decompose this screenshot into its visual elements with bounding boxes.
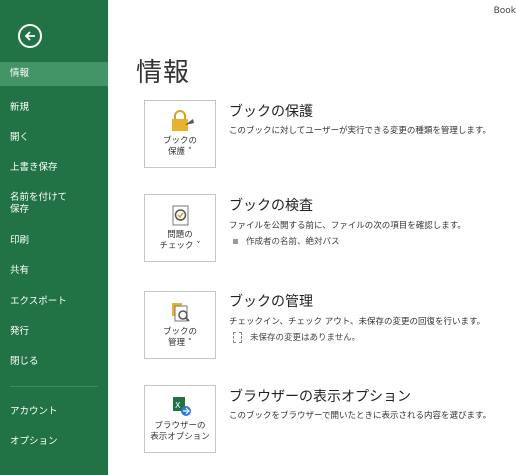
section-desc-inspect: ファイルを公開する前に、ファイルの次の項目を確認します。: [229, 221, 466, 231]
manage-versions-icon: [172, 303, 190, 322]
excel-browser-icon: X: [173, 397, 191, 416]
sidebar-item-save-as[interactable]: 名前を付けて 保存: [0, 192, 108, 216]
check-for-issues-button[interactable]: 問題の チェック ˅: [144, 194, 216, 262]
manage-workbook-button[interactable]: ブックの 管理 ˅: [144, 291, 216, 359]
svg-text:X: X: [175, 401, 181, 410]
sidebar-item-new[interactable]: 新規: [0, 102, 108, 114]
manage-item-text: 未保存の変更はありません。: [250, 333, 361, 343]
document-icon: [233, 332, 242, 343]
tile-label: ブックの 保護 ˅: [162, 136, 197, 157]
section-desc-browser: このブックをブラウザーで開いたときに表示される内容を選びます。: [229, 411, 492, 421]
sidebar-item-close[interactable]: 閉じる: [0, 356, 108, 368]
sidebar-item-export[interactable]: エクスポート: [0, 296, 108, 308]
sidebar-item-info[interactable]: 情報: [0, 62, 108, 86]
sidebar-item-publish[interactable]: 発行: [0, 326, 108, 338]
sidebar-divider: [10, 386, 98, 387]
section-title-manage: ブックの管理: [229, 294, 313, 310]
sidebar-item-print[interactable]: 印刷: [0, 235, 108, 247]
sidebar-item-options[interactable]: オプション: [0, 436, 108, 448]
sidebar-item-open[interactable]: 開く: [0, 132, 108, 144]
inspect-document-icon: [172, 205, 189, 226]
sidebar-item-account[interactable]: アカウント: [0, 406, 108, 418]
tile-label: ブラウザーの 表示オプション: [150, 421, 210, 442]
book-title: Book: [493, 6, 516, 16]
tile-label: ブックの 管理 ˅: [162, 327, 197, 348]
tile-label: 問題の チェック ˅: [159, 230, 201, 251]
section-desc-manage: チェックイン、チェック アウト、未保存の変更の回復を行います。: [229, 317, 486, 327]
section-title-browser: ブラウザーの表示オプション: [229, 389, 411, 405]
sidebar-item-share[interactable]: 共有: [0, 265, 108, 277]
inspect-item-text: 作成者の名前、絶対パス: [246, 237, 340, 247]
browser-view-options-button[interactable]: X ブラウザーの 表示オプション: [144, 385, 216, 453]
lock-icon: [172, 110, 194, 131]
inspect-item: 作成者の名前、絶対パス: [233, 235, 340, 247]
back-arrow-icon[interactable]: [18, 24, 42, 48]
bullet-icon: [233, 239, 238, 244]
protect-workbook-button[interactable]: ブックの 保護 ˅: [144, 100, 216, 168]
sidebar-item-save[interactable]: 上書き保存: [0, 162, 108, 174]
manage-item: 未保存の変更はありません。: [233, 331, 360, 343]
section-desc-protect: このブックに対してユーザーが実行できる変更の種類を管理します。: [229, 126, 492, 136]
section-title-protect: ブックの保護: [229, 104, 313, 120]
section-title-inspect: ブックの検査: [229, 198, 313, 214]
backstage-sidebar: 情報 新規 開く 上書き保存 名前を付けて 保存 印刷 共有 エクスポート 発行…: [0, 0, 108, 475]
page-title: 情報: [136, 58, 191, 88]
